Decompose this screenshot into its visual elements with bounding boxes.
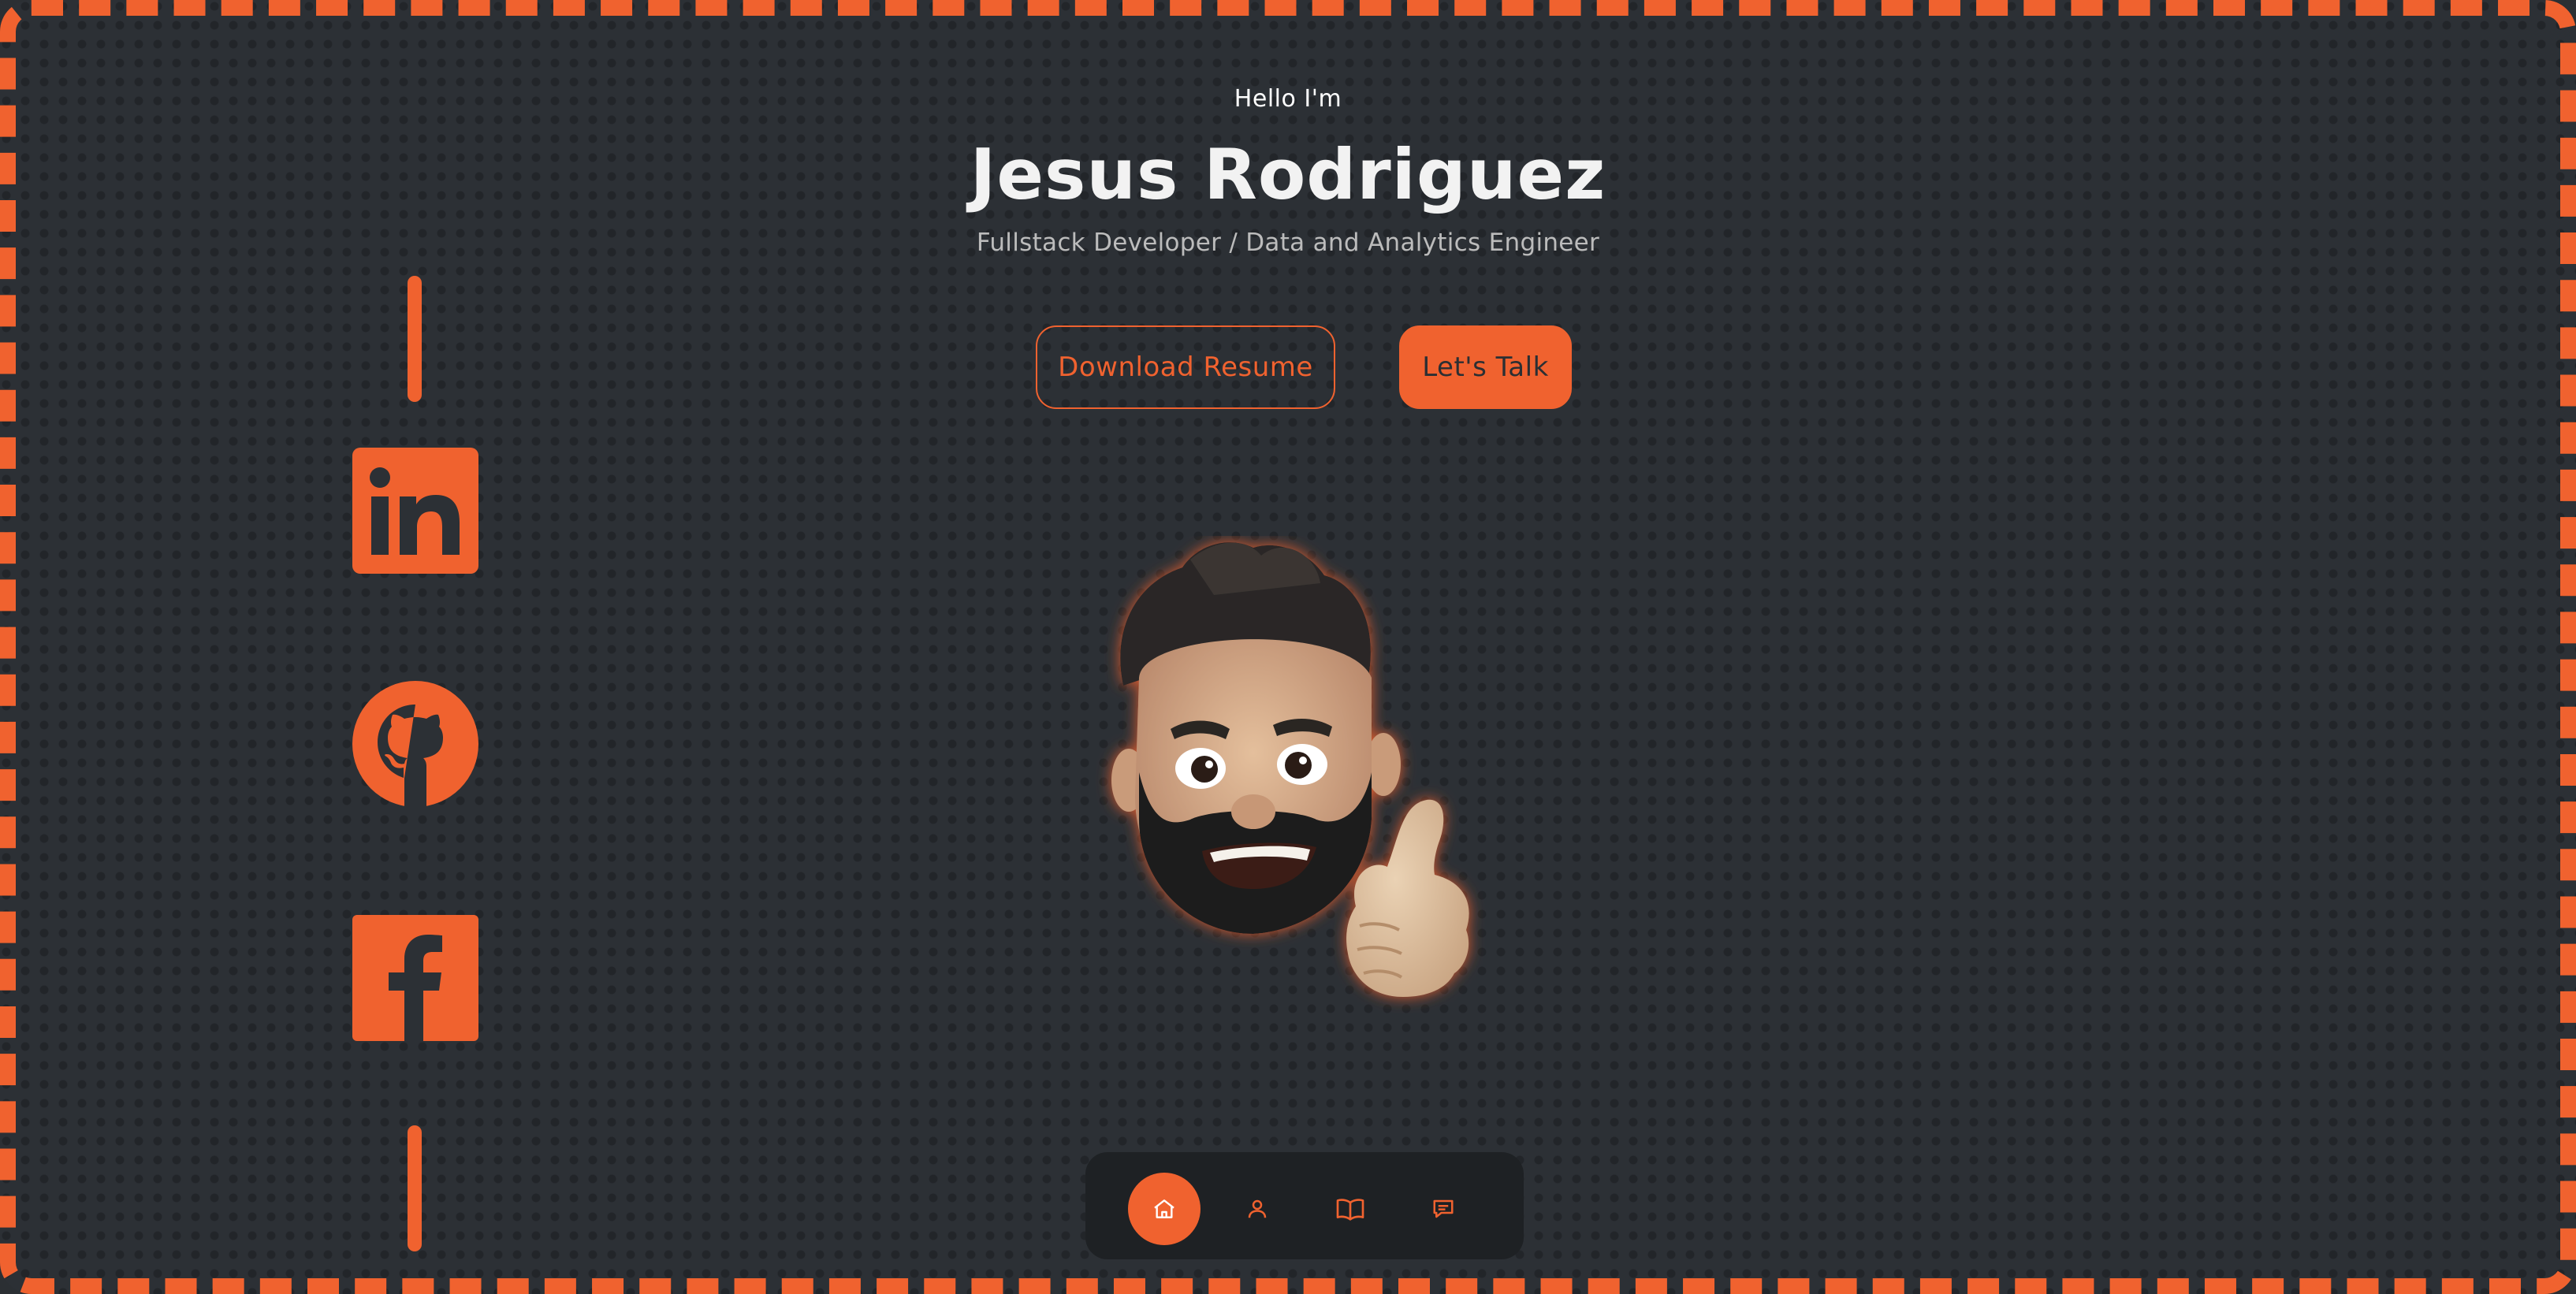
facebook-icon [352,915,478,1041]
nav-portfolio[interactable] [1314,1173,1387,1245]
github-link[interactable] [352,681,478,807]
bottom-nav [1085,1152,1524,1259]
linkedin-link[interactable] [352,448,478,574]
github-icon [352,681,478,807]
nav-home[interactable] [1128,1173,1201,1245]
page-frame: Hello I'm Jesus Rodriguez Fullstack Deve… [0,0,2576,1294]
page-title: Jesus Rodriguez [970,134,1606,215]
sidebar-divider-bottom [408,1125,422,1251]
nav-about[interactable] [1221,1173,1294,1245]
linkedin-icon [352,448,478,574]
user-icon [1248,1199,1267,1218]
lets-talk-button[interactable]: Let's Talk [1399,325,1572,409]
role-subtitle: Fullstack Developer / Data and Analytics… [976,229,1600,257]
facebook-link[interactable] [352,915,478,1041]
home-icon [1154,1199,1174,1218]
greeting-text: Hello I'm [1234,85,1342,113]
sidebar-divider-top [408,276,422,402]
download-resume-button[interactable]: Download Resume [1036,325,1335,409]
message-icon [1433,1199,1454,1218]
avatar [1111,542,1469,997]
book-icon [1336,1199,1364,1221]
nav-contact[interactable] [1407,1173,1480,1245]
